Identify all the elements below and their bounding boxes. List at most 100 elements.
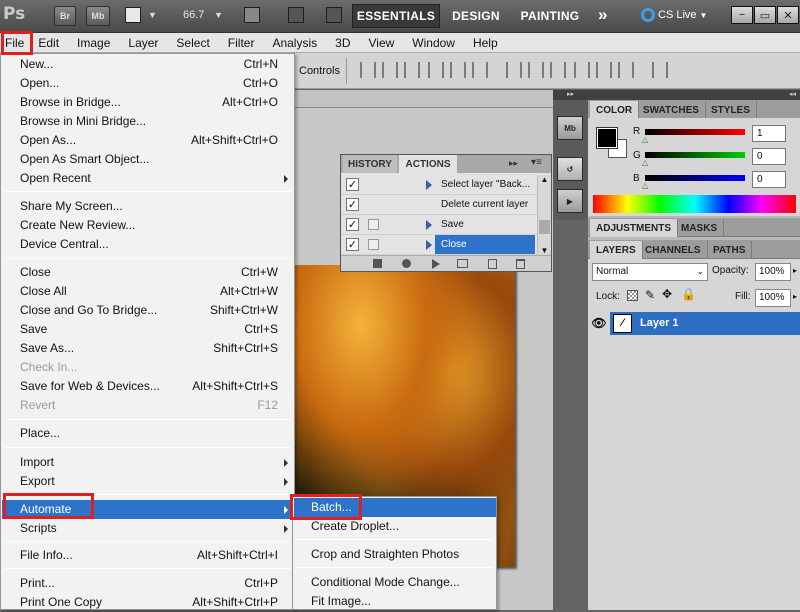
scroll-up-icon[interactable]: ▲	[538, 175, 551, 184]
menu-item-device-central[interactable]: Device Central...	[2, 235, 294, 254]
menu-filter[interactable]: Filter	[219, 33, 264, 52]
checkbox-icon[interactable]: ✓	[346, 178, 359, 191]
menu-item-save-for-web[interactable]: Save for Web & Devices... Alt+Shift+Ctrl+…	[2, 377, 294, 396]
dock-collapse-icon[interactable]: ▸▸	[553, 90, 588, 100]
menu-item-import[interactable]: Import	[2, 453, 294, 472]
dialog-toggle-icon[interactable]	[368, 219, 379, 230]
fill-field[interactable]: 100%	[755, 289, 791, 307]
menu-item-new[interactable]: New... Ctrl+N	[2, 55, 294, 74]
scroll-thumb[interactable]	[539, 220, 550, 234]
history-icon[interactable]: ↺	[557, 157, 583, 181]
lock-position-icon[interactable]: ✥	[662, 287, 672, 301]
menu-item-share-screen[interactable]: Share My Screen...	[2, 197, 294, 216]
menu-item-print[interactable]: Print... Ctrl+P	[2, 574, 294, 593]
expand-triangle-icon[interactable]	[426, 240, 432, 250]
chevron-down-icon[interactable]: ▼	[148, 10, 157, 20]
workspace-essentials[interactable]: ESSENTIALS	[352, 4, 440, 28]
distribute-top-icon[interactable]	[506, 62, 522, 78]
new-action-icon[interactable]	[488, 259, 497, 269]
zoom-level[interactable]: 66.7	[183, 9, 204, 21]
action-row[interactable]: ✓ Close	[341, 235, 537, 255]
align-vertical-center-icon[interactable]	[382, 62, 398, 78]
screen-mode-icon[interactable]	[288, 7, 304, 23]
submenu-item-crop-straighten[interactable]: Crop and Straighten Photos	[294, 545, 496, 564]
lock-all-icon[interactable]: 🔒	[681, 287, 696, 301]
green-slider[interactable]	[645, 152, 745, 158]
expand-triangle-icon[interactable]	[426, 220, 432, 230]
action-row[interactable]: ✓ Save	[341, 215, 537, 235]
menu-edit[interactable]: Edit	[29, 33, 68, 52]
expand-triangle-icon[interactable]	[426, 180, 432, 190]
slider-handle-icon[interactable]: △	[642, 158, 648, 167]
hand-tool-icon[interactable]	[244, 7, 260, 23]
menu-item-scripts[interactable]: Scripts	[2, 519, 294, 538]
mini-bridge-button[interactable]: Mb	[86, 6, 110, 26]
mini-bridge-icon[interactable]: Mb	[557, 116, 583, 140]
tab-actions[interactable]: ACTIONS	[399, 155, 457, 173]
bridge-button[interactable]: Br	[54, 6, 76, 26]
menu-item-open-recent[interactable]: Open Recent	[2, 169, 294, 188]
tab-layers[interactable]: LAYERS	[590, 241, 643, 259]
menu-item-place[interactable]: Place...	[2, 424, 294, 443]
menu-item-close[interactable]: Close Ctrl+W	[2, 263, 294, 282]
lock-image-brush-icon[interactable]: ✎	[645, 288, 655, 302]
distribute-right-icon[interactable]	[618, 62, 634, 78]
scrollbar[interactable]: ▲ ▼	[537, 175, 551, 255]
maximize-button[interactable]: ▭	[754, 6, 776, 24]
menu-image[interactable]: Image	[68, 33, 119, 52]
auto-align-icon[interactable]	[652, 62, 668, 78]
workspace-design[interactable]: DESIGN	[445, 4, 507, 28]
stop-icon[interactable]	[373, 259, 382, 268]
menu-item-close-all[interactable]: Close All Alt+Ctrl+W	[2, 282, 294, 301]
distribute-hcenter-icon[interactable]	[596, 62, 612, 78]
align-bottom-icon[interactable]	[404, 62, 420, 78]
folder-icon[interactable]	[457, 259, 468, 268]
menu-item-print-one-copy[interactable]: Print One Copy Alt+Shift+Ctrl+P	[2, 593, 294, 612]
tab-swatches[interactable]: SWATCHES	[637, 101, 706, 119]
dialog-toggle-icon[interactable]	[368, 239, 379, 250]
slider-handle-icon[interactable]: △	[642, 181, 648, 190]
submenu-item-conditional-mode[interactable]: Conditional Mode Change...	[294, 573, 496, 592]
dock-expand-icon[interactable]: ◂◂	[588, 90, 800, 100]
play-icon[interactable]	[432, 259, 440, 269]
opacity-field[interactable]: 100%	[755, 263, 791, 281]
distribute-bottom-icon[interactable]	[550, 62, 566, 78]
workspace-painting[interactable]: PAINTING	[511, 4, 589, 28]
view-extras-icon[interactable]	[125, 7, 141, 23]
green-value-field[interactable]: 0	[752, 148, 786, 165]
menu-3d[interactable]: 3D	[326, 33, 359, 52]
scroll-down-icon[interactable]: ▼	[538, 246, 551, 255]
menu-layer[interactable]: Layer	[119, 33, 167, 52]
menu-select[interactable]: Select	[167, 33, 218, 52]
panel-menu-icon[interactable]: ▾≡	[531, 157, 542, 168]
distribute-center-icon[interactable]	[528, 62, 544, 78]
slider-handle-icon[interactable]: △	[642, 135, 648, 144]
menu-item-create-review[interactable]: Create New Review...	[2, 216, 294, 235]
layer-thumbnail-brush-icon[interactable]: ⁄	[613, 314, 632, 333]
distribute-left-icon[interactable]	[574, 62, 590, 78]
action-row[interactable]: ✓ Select layer "Back...	[341, 175, 537, 195]
tab-masks[interactable]: MASKS	[675, 219, 725, 237]
menu-item-save-as[interactable]: Save As... Shift+Ctrl+S	[2, 339, 294, 358]
tab-channels[interactable]: CHANNELS	[639, 241, 708, 259]
align-horizontal-center-icon[interactable]	[450, 62, 466, 78]
close-window-button[interactable]: ✕	[777, 6, 799, 24]
color-spectrum-ramp[interactable]	[593, 195, 796, 213]
red-value-field[interactable]: 1	[752, 125, 786, 142]
menu-item-open[interactable]: Open... Ctrl+O	[2, 74, 294, 93]
layer-row[interactable]: 👁 ⁄ Layer 1	[588, 312, 800, 335]
menu-item-save[interactable]: Save Ctrl+S	[2, 320, 294, 339]
checkbox-icon[interactable]: ✓	[346, 198, 359, 211]
tab-paths[interactable]: PATHS	[707, 241, 753, 259]
submenu-item-fit-image[interactable]: Fit Image...	[294, 592, 496, 611]
record-icon[interactable]	[402, 259, 411, 268]
menu-item-export[interactable]: Export	[2, 472, 294, 491]
opacity-arrow-icon[interactable]: ▸	[793, 266, 797, 275]
menu-item-open-as[interactable]: Open As... Alt+Shift+Ctrl+O	[2, 131, 294, 150]
layer-name[interactable]: Layer 1	[640, 317, 679, 329]
trash-icon[interactable]	[516, 259, 525, 269]
blend-mode-select[interactable]: Normal ⌄	[592, 263, 708, 281]
collapse-icon[interactable]: ▸▸	[509, 158, 518, 169]
align-left-icon[interactable]	[428, 62, 444, 78]
action-row[interactable]: ✓ Delete current layer	[341, 195, 537, 215]
